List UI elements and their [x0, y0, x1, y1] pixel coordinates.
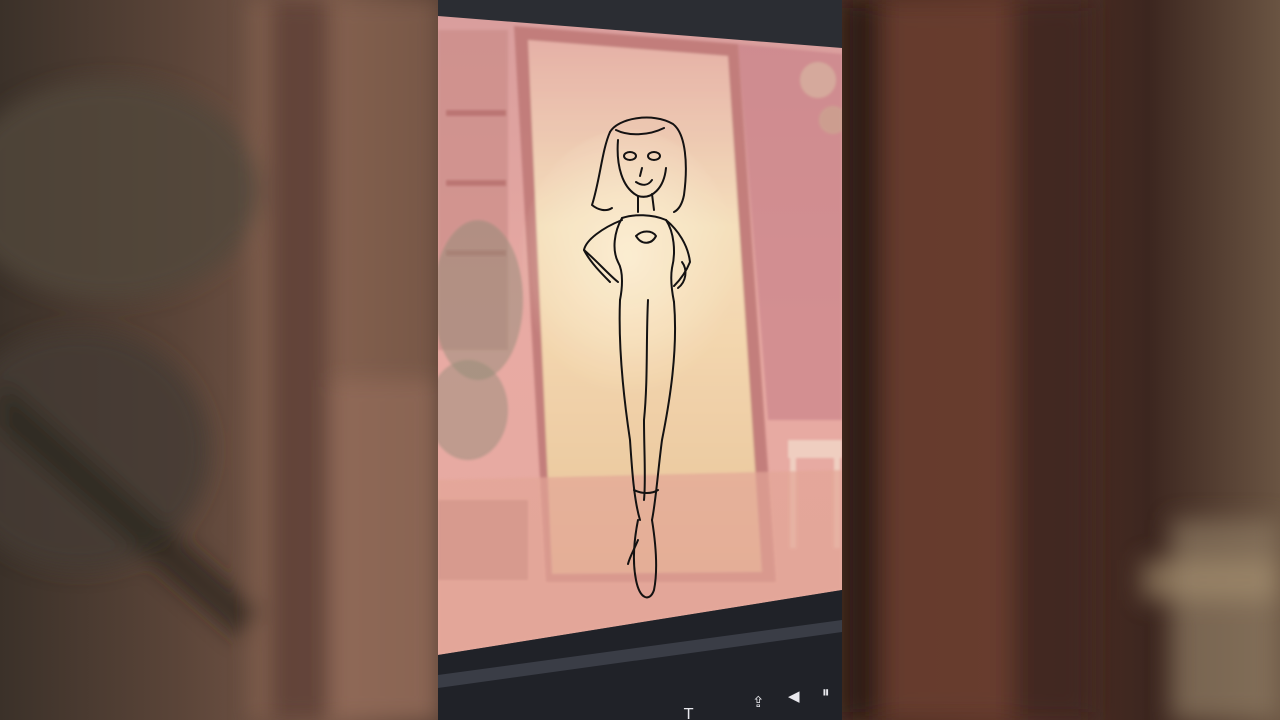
- pause-icon[interactable]: ⏸: [822, 684, 830, 700]
- export-icon[interactable]: ⇪: [752, 694, 765, 710]
- blurred-background-left: [0, 0, 438, 720]
- blurred-plant-shapes: [0, 0, 438, 720]
- text-tool-icon[interactable]: T: [684, 706, 693, 720]
- blurred-room-shapes: [842, 0, 1280, 720]
- tablet-scene: [438, 0, 842, 720]
- blurred-background-right: [842, 0, 1280, 720]
- previous-frame-icon[interactable]: ◀: [788, 688, 800, 704]
- tablet-photo: T ⇪ ◀ ⏸: [438, 0, 842, 720]
